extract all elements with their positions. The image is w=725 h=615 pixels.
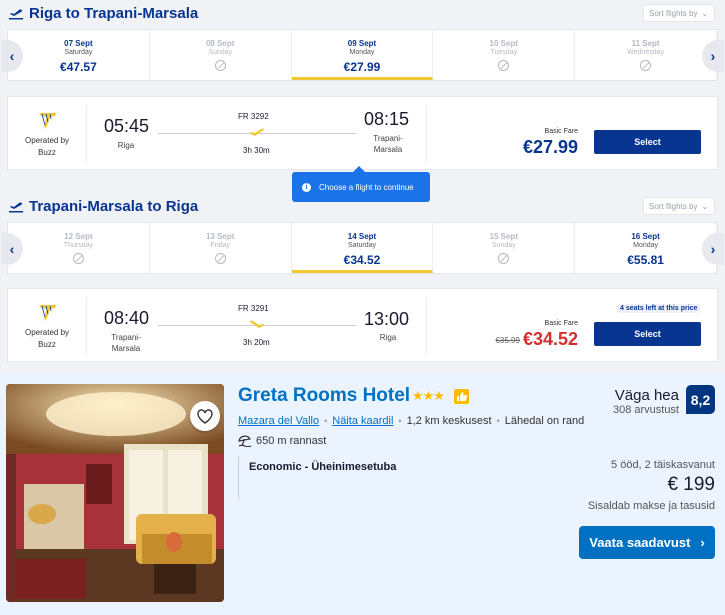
outbound-title: Riga to Trapani-Marsala [29, 4, 199, 22]
chevron-right-icon: › [700, 535, 705, 550]
fare-price: €34.52 [522, 329, 578, 349]
ryanair-harp-logo [39, 305, 57, 321]
seats-left-badge: 4 seats left at this price [617, 304, 701, 313]
review-score-badge: 8,2 [686, 385, 715, 414]
inbound-title: Trapani-Marsala to Riga [29, 197, 199, 215]
chevron-right-icon: › [710, 48, 716, 64]
star-rating: ★★★ [412, 388, 445, 403]
departure-city: Riga [117, 141, 135, 150]
date-price: €55.81 [627, 253, 664, 267]
hotel-location-row: Mazara del Vallo • Näita kaardil • 1,2 k… [238, 415, 585, 427]
stay-details: 5 ööd, 2 täiskasvanut [611, 459, 715, 471]
beach-nearby: Lähedal on rand [504, 415, 585, 427]
operated-by: Operated by Buzz [24, 328, 70, 349]
outbound-flight-card[interactable]: Operated by Buzz 05:45 Riga FR 3292 3h 3… [7, 96, 718, 170]
hotel-price: € 199 [667, 474, 715, 495]
see-availability-button[interactable]: Vaata saadavust › [579, 526, 715, 559]
arrival-city: Riga [379, 333, 397, 342]
hotel-name-link[interactable]: Greta Rooms Hotel [238, 385, 410, 407]
flight-duration: 3h 30m [243, 146, 270, 155]
outbound-date-0[interactable]: 07 Sept Saturday €47.57 [8, 30, 150, 80]
inbound-date-0: 12 Sept Thursday [8, 223, 150, 273]
outbound-date-strip: ‹ 07 Sept Saturday €47.57 08 Sept Sunday… [1, 29, 724, 81]
inbound-sort-dropdown[interactable]: Sort flights by ⌄ [643, 197, 715, 215]
outbound-header: Riga to Trapani-Marsala Sort flights by ⌄ [0, 0, 725, 26]
beach-distance-row: 650 m rannast [238, 435, 326, 447]
divider [426, 105, 427, 163]
outbound-sort-dropdown[interactable]: Sort flights by ⌄ [643, 4, 715, 22]
inbound-date-strip: ‹ 12 Sept Thursday 13 Sept Friday 14 Sep… [1, 222, 724, 274]
unavailable-icon [72, 253, 84, 264]
fare-price-block: €35.99 €34.52 [478, 329, 578, 350]
departure-time: 05:45 [104, 116, 150, 136]
beach-distance: 650 m rannast [256, 435, 327, 447]
hotel-photo[interactable] [6, 384, 224, 602]
hotel-card: Greta Rooms Hotel ★★★ Mazara del Vallo •… [0, 373, 725, 615]
date-price: €34.52 [343, 253, 381, 267]
distance-from-center: 1,2 km keskusest [406, 415, 492, 427]
beach-umbrella-icon [238, 435, 252, 447]
outbound-date-4: 11 Sept Wednesday [575, 30, 717, 80]
location-link[interactable]: Mazara del Vallo [238, 415, 319, 427]
room-type: Economic - Üheinimesetuba [249, 461, 397, 473]
unavailable-icon [498, 253, 510, 264]
inbound-header: Trapani-Marsala to Riga Sort flights by ⌄ [0, 193, 725, 219]
fare-label: Basic Fare [544, 320, 578, 327]
outbound-date-2[interactable]: 09 Sept Monday €27.99 [291, 30, 434, 80]
show-on-map-link[interactable]: Näita kaardil [332, 415, 393, 427]
unavailable-icon [214, 253, 226, 264]
room-divider [238, 457, 239, 499]
fare-label: Basic Fare [544, 128, 578, 135]
inbound-date-2[interactable]: 14 Sept Saturday €34.52 [291, 223, 434, 273]
inbound-date-1: 13 Sept Friday [150, 223, 292, 273]
plane-depart-icon [9, 202, 23, 213]
divider [86, 105, 87, 163]
date-price: €27.99 [343, 60, 381, 74]
old-price: €35.99 [495, 335, 520, 345]
rating-word: Väga hea [614, 387, 679, 404]
arrival-time: 08:15 [364, 109, 410, 129]
plane-icon [250, 320, 265, 328]
thumbs-up-icon [454, 389, 469, 404]
info-icon: i [302, 182, 311, 192]
departure-time: 08:40 [104, 308, 150, 328]
outbound-date-3: 10 Sept Tuesday [433, 30, 576, 80]
unavailable-icon [214, 60, 226, 71]
ryanair-harp-logo [39, 113, 57, 129]
inbound-select-button[interactable]: Select [594, 322, 701, 346]
unavailable-icon [498, 60, 510, 71]
inbound-date-3: 15 Sept Sunday [433, 223, 576, 273]
arrival-time: 13:00 [364, 309, 410, 329]
divider [426, 297, 427, 355]
inbound-date-4[interactable]: 16 Sept Monday €55.81 [575, 223, 717, 273]
heart-icon [197, 408, 213, 424]
chevron-down-icon: ⌄ [701, 201, 709, 211]
unavailable-icon [640, 60, 652, 71]
fare-price: €27.99 [522, 137, 578, 157]
date-price: €47.57 [60, 60, 97, 74]
flight-number: FR 3292 [238, 112, 269, 121]
taxes-note: Sisaldab makse ja tasusid [587, 500, 715, 512]
wishlist-heart-button[interactable] [190, 401, 220, 431]
outbound-select-button[interactable]: Select [594, 130, 701, 154]
operated-by: Operated by Buzz [24, 136, 70, 157]
plane-depart-icon [9, 9, 23, 20]
flight-number: FR 3291 [238, 304, 269, 313]
outbound-date-1: 08 Sept Sunday [150, 30, 292, 80]
plane-icon [249, 128, 264, 136]
inbound-flight-card[interactable]: Operated by Buzz 08:40 Trapani-Marsala F… [7, 288, 718, 362]
review-count: 308 arvustust [612, 404, 679, 416]
departure-city: Trapani-Marsala [111, 333, 141, 353]
arrival-city: Trapani-Marsala [373, 134, 403, 154]
tooltip-text: Choose a flight to continue [319, 182, 414, 192]
divider [86, 297, 87, 355]
chevron-right-icon: › [710, 241, 716, 257]
flight-duration: 3h 20m [243, 338, 270, 347]
chevron-down-icon: ⌄ [701, 8, 709, 18]
